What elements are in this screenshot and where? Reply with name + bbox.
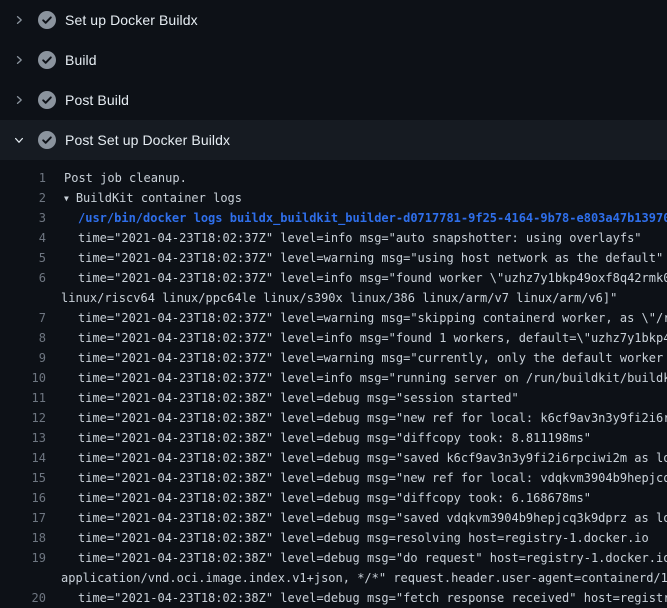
log-line-number[interactable]: 2 bbox=[0, 188, 46, 208]
log-line-text: time="2021-04-23T18:02:38Z" level=debug … bbox=[46, 448, 667, 468]
chevron-right-icon bbox=[12, 14, 26, 26]
log-line-number[interactable]: 12 bbox=[0, 408, 46, 428]
log-line: 16time="2021-04-23T18:02:38Z" level=debu… bbox=[0, 488, 667, 508]
log-line-text: time="2021-04-23T18:02:37Z" level=info m… bbox=[46, 328, 667, 348]
log-line-number bbox=[0, 288, 46, 308]
log-line-text: time="2021-04-23T18:02:38Z" level=debug … bbox=[46, 508, 667, 528]
log-line: 6time="2021-04-23T18:02:37Z" level=info … bbox=[0, 268, 667, 288]
check-circle-icon bbox=[38, 51, 56, 69]
log-line-text: time="2021-04-23T18:02:38Z" level=debug … bbox=[46, 588, 667, 608]
log-line: 7time="2021-04-23T18:02:37Z" level=warni… bbox=[0, 308, 667, 328]
log-line-number[interactable]: 9 bbox=[0, 348, 46, 368]
log-line: 15time="2021-04-23T18:02:38Z" level=debu… bbox=[0, 468, 667, 488]
log-line-text: time="2021-04-23T18:02:38Z" level=debug … bbox=[46, 488, 591, 508]
log-line: 1Post job cleanup. bbox=[0, 168, 667, 188]
log-command-line: 3/usr/bin/docker logs buildx_buildkit_bu… bbox=[0, 208, 667, 228]
log-line-text: linux/riscv64 linux/ppc64le linux/s390x … bbox=[46, 288, 617, 308]
check-circle-icon bbox=[38, 131, 56, 149]
step-label: Build bbox=[65, 52, 97, 68]
log-line-text: time="2021-04-23T18:02:38Z" level=debug … bbox=[46, 528, 649, 548]
chevron-right-icon bbox=[12, 54, 26, 66]
log-line: 11time="2021-04-23T18:02:38Z" level=debu… bbox=[0, 388, 667, 408]
log-line: 10time="2021-04-23T18:02:37Z" level=info… bbox=[0, 368, 667, 388]
step-label: Post Set up Docker Buildx bbox=[65, 132, 230, 148]
triangle-down-icon: ▼ bbox=[64, 189, 69, 209]
check-circle-icon bbox=[38, 11, 56, 29]
log-line-number[interactable]: 17 bbox=[0, 508, 46, 528]
log-line-number[interactable]: 13 bbox=[0, 428, 46, 448]
log-line: 4time="2021-04-23T18:02:37Z" level=info … bbox=[0, 228, 667, 248]
log-line-text: Post job cleanup. bbox=[46, 168, 187, 188]
step-row-build[interactable]: Build bbox=[0, 40, 667, 80]
step-label: Post Build bbox=[65, 92, 129, 108]
log-line-continuation: application/vnd.oci.image.index.v1+json,… bbox=[0, 568, 667, 588]
log-line-number[interactable]: 15 bbox=[0, 468, 46, 488]
step-row-post-set-up-docker-buildx[interactable]: Post Set up Docker Buildx bbox=[0, 120, 667, 160]
log-line-text: time="2021-04-23T18:02:38Z" level=debug … bbox=[46, 548, 667, 568]
log-line-number[interactable]: 1 bbox=[0, 168, 46, 188]
log-line-text: time="2021-04-23T18:02:37Z" level=warnin… bbox=[46, 308, 667, 328]
log-line-number[interactable]: 16 bbox=[0, 488, 46, 508]
log-line-text: /usr/bin/docker logs buildx_buildkit_bui… bbox=[46, 208, 667, 228]
log-line: 14time="2021-04-23T18:02:38Z" level=debu… bbox=[0, 448, 667, 468]
log-line-number[interactable]: 5 bbox=[0, 248, 46, 268]
log-line-number bbox=[0, 568, 46, 588]
log-line-number[interactable]: 7 bbox=[0, 308, 46, 328]
log-group-header[interactable]: 2 ▼ BuildKit container logs bbox=[0, 188, 667, 208]
log-line: 20time="2021-04-23T18:02:38Z" level=debu… bbox=[0, 588, 667, 608]
log-line-text: time="2021-04-23T18:02:38Z" level=debug … bbox=[46, 408, 667, 428]
log-line-number[interactable]: 11 bbox=[0, 388, 46, 408]
log-line-continuation: linux/riscv64 linux/ppc64le linux/s390x … bbox=[0, 288, 667, 308]
step-row-post-build[interactable]: Post Build bbox=[0, 80, 667, 120]
log-line-text: time="2021-04-23T18:02:37Z" level=warnin… bbox=[46, 248, 663, 268]
log-line-number[interactable]: 18 bbox=[0, 528, 46, 548]
log-line-number[interactable]: 19 bbox=[0, 548, 46, 568]
log-line-number[interactable]: 4 bbox=[0, 228, 46, 248]
log-line-number[interactable]: 10 bbox=[0, 368, 46, 388]
log-line-text: time="2021-04-23T18:02:37Z" level=info m… bbox=[46, 268, 667, 288]
log-line: 12time="2021-04-23T18:02:38Z" level=debu… bbox=[0, 408, 667, 428]
log-line-text: time="2021-04-23T18:02:38Z" level=debug … bbox=[46, 468, 667, 488]
log-line-number[interactable]: 20 bbox=[0, 588, 46, 608]
log-line: 8time="2021-04-23T18:02:37Z" level=info … bbox=[0, 328, 667, 348]
log-viewer: 1Post job cleanup.2 ▼ BuildKit container l… bbox=[0, 160, 667, 608]
log-line-number[interactable]: 3 bbox=[0, 208, 46, 228]
log-line-text: time="2021-04-23T18:02:37Z" level=info m… bbox=[46, 368, 667, 388]
log-line-number[interactable]: 6 bbox=[0, 268, 46, 288]
log-line-text: time="2021-04-23T18:02:38Z" level=debug … bbox=[46, 388, 519, 408]
log-line: 5time="2021-04-23T18:02:37Z" level=warni… bbox=[0, 248, 667, 268]
step-row-set-up-docker-buildx[interactable]: Set up Docker Buildx bbox=[0, 0, 667, 40]
workflow-steps-list: Set up Docker Buildx Build Post Build Post … bbox=[0, 0, 667, 160]
log-line-number[interactable]: 14 bbox=[0, 448, 46, 468]
log-line: 13time="2021-04-23T18:02:38Z" level=debu… bbox=[0, 428, 667, 448]
log-line-text: time="2021-04-23T18:02:38Z" level=debug … bbox=[46, 428, 591, 448]
log-line-text: ▼ BuildKit container logs bbox=[46, 188, 242, 208]
log-line: 9time="2021-04-23T18:02:37Z" level=warni… bbox=[0, 348, 667, 368]
log-line-text: application/vnd.oci.image.index.v1+json,… bbox=[46, 568, 667, 588]
check-circle-icon bbox=[38, 91, 56, 109]
chevron-down-icon bbox=[12, 134, 26, 146]
log-line-text: time="2021-04-23T18:02:37Z" level=info m… bbox=[46, 228, 642, 248]
log-line-number[interactable]: 8 bbox=[0, 328, 46, 348]
log-group-title: BuildKit container logs bbox=[76, 191, 242, 205]
log-line: 18time="2021-04-23T18:02:38Z" level=debu… bbox=[0, 528, 667, 548]
chevron-right-icon bbox=[12, 94, 26, 106]
step-label: Set up Docker Buildx bbox=[65, 12, 198, 28]
log-line: 19time="2021-04-23T18:02:38Z" level=debu… bbox=[0, 548, 667, 568]
log-line: 17time="2021-04-23T18:02:38Z" level=debu… bbox=[0, 508, 667, 528]
log-line-text: time="2021-04-23T18:02:37Z" level=warnin… bbox=[46, 348, 667, 368]
